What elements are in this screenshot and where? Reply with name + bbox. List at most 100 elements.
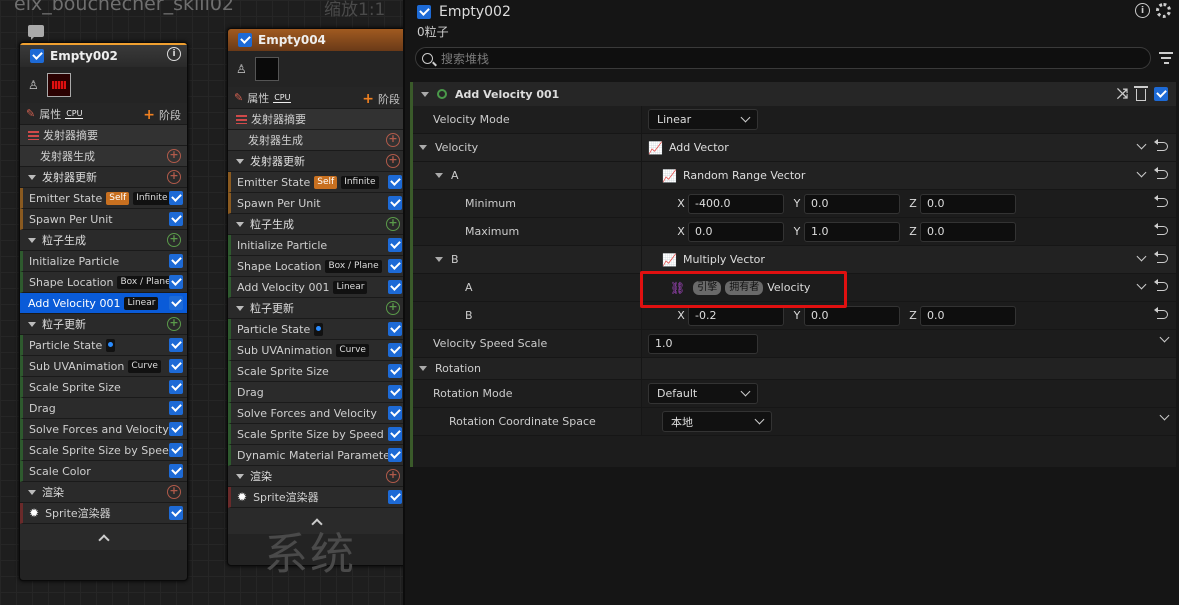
module-row[interactable]: Solve Forces and Velocity [20, 419, 187, 440]
stage-section[interactable]: 发射器更新 + [228, 151, 403, 172]
add-module-icon[interactable]: + [386, 154, 400, 168]
module-enable-checkbox[interactable] [388, 490, 402, 504]
module-enable-checkbox[interactable] [388, 238, 402, 252]
add-module-icon[interactable]: + [167, 317, 181, 331]
row-velocity[interactable]: Velocity 📈 Add Vector [413, 134, 1176, 162]
comment-icon[interactable] [28, 25, 44, 40]
module-row[interactable]: Spawn Per Unit [228, 193, 403, 214]
module-enable-checkbox[interactable] [169, 422, 183, 436]
module-enable-checkbox[interactable] [388, 406, 402, 420]
module-enable-checkbox[interactable] [388, 427, 402, 441]
b-y-input[interactable]: 0.0 [804, 305, 900, 326]
collapse-triangle-icon[interactable] [236, 221, 244, 227]
maximum-y-input[interactable]: 1.0 [804, 221, 900, 242]
module-row[interactable]: Initialize Particle [228, 235, 403, 256]
module-row[interactable]: Shape Location Box / Plane [228, 256, 403, 277]
renderer-row[interactable]: ✹ Sprite渲染器 [20, 503, 187, 524]
info-icon[interactable]: i [167, 47, 181, 61]
filter-icon[interactable] [1159, 52, 1173, 64]
module-row[interactable]: Sub UVAnimation Curve [228, 340, 403, 361]
gear-icon[interactable] [1156, 3, 1171, 18]
module-enable-checkbox[interactable] [388, 280, 402, 294]
emitter-enable-checkbox[interactable] [417, 5, 431, 19]
add-module-icon[interactable]: + [167, 149, 181, 163]
module-row[interactable]: Shape Location Box / Plane [20, 272, 187, 293]
module-enable-checkbox[interactable] [169, 443, 183, 457]
emitter-graph[interactable]: eix_bouchecher_skill02 缩放1:1 Empty002 i … [0, 0, 403, 605]
stage-section[interactable]: 粒子生成 + [20, 230, 187, 251]
delete-icon[interactable] [1134, 86, 1148, 101]
module-enable-checkbox[interactable] [388, 175, 402, 189]
module-header[interactable]: Add Velocity 001 ⤨ [413, 82, 1176, 106]
reset-icon[interactable] [1154, 195, 1168, 207]
rotation-space-dropdown[interactable]: 本地 [662, 411, 772, 432]
collapse-triangle-icon[interactable] [28, 237, 36, 243]
renderer-row[interactable]: ✹ Sprite渲染器 [228, 487, 403, 508]
module-enable-checkbox[interactable] [169, 401, 183, 415]
collapse-triangle-icon[interactable] [236, 305, 244, 311]
collapse-triangle-icon[interactable] [236, 473, 244, 479]
module-enable-checkbox[interactable] [169, 506, 183, 520]
stage-section[interactable]: 粒子更新 + [228, 298, 403, 319]
velocity-mode-dropdown[interactable]: Linear [648, 109, 758, 130]
module-row[interactable]: Scale Color [20, 461, 187, 482]
node-header[interactable]: Empty002 i [20, 43, 187, 67]
add-module-icon[interactable]: + [167, 485, 181, 499]
collapse-triangle-icon[interactable] [236, 158, 244, 164]
module-row[interactable]: Scale Sprite Size [20, 377, 187, 398]
rotation-mode-dropdown[interactable]: Default [648, 383, 758, 404]
chevron-down-icon[interactable] [1136, 167, 1147, 178]
reset-icon[interactable] [1154, 223, 1168, 235]
reset-icon[interactable] [1154, 251, 1168, 263]
module-row[interactable]: Add Velocity 001 Linear [228, 277, 403, 298]
row-a[interactable]: A 📈 Random Range Vector [413, 162, 1176, 190]
minimum-y-input[interactable]: 0.0 [804, 193, 900, 214]
module-row[interactable]: Sub UVAnimation Curve [20, 356, 187, 377]
expand-caret-icon[interactable] [419, 145, 427, 150]
module-row[interactable]: Solve Forces and Velocity [228, 403, 403, 424]
add-module-icon[interactable]: + [386, 217, 400, 231]
row-b[interactable]: B 📈 Multiply Vector [413, 246, 1176, 274]
module-row[interactable]: Scale Sprite Size by Speed [20, 440, 187, 461]
enable-checkbox[interactable] [30, 49, 44, 63]
module-enable-checkbox[interactable] [169, 296, 183, 310]
module-row[interactable]: Drag [20, 398, 187, 419]
expand-caret-icon[interactable] [421, 91, 429, 97]
person-icon[interactable]: ♙ [28, 78, 39, 92]
collapse-button[interactable] [20, 524, 187, 550]
emitter-node-empty002[interactable]: Empty002 i ♙ ✎ 属性 CPU + 阶段 发射器摘要 发射器生成 + 发射器… [19, 42, 188, 581]
person-icon[interactable]: ♙ [236, 62, 247, 76]
b-x-input[interactable]: -0.2 [688, 305, 784, 326]
module-enable-checkbox[interactable] [388, 364, 402, 378]
emitter-summary-row[interactable]: 发射器摘要 [20, 125, 187, 146]
module-row[interactable]: Scale Sprite Size by Speed [228, 424, 403, 445]
add-stage-button[interactable]: + 阶段 [143, 107, 181, 123]
collapse-triangle-icon[interactable] [28, 489, 36, 495]
module-enable-checkbox[interactable] [169, 359, 183, 373]
chevron-down-icon[interactable] [1136, 251, 1147, 262]
add-module-icon[interactable]: + [386, 469, 400, 483]
module-enable-checkbox[interactable] [169, 338, 183, 352]
chevron-down-icon[interactable] [1136, 279, 1147, 290]
module-row[interactable]: Dynamic Material Parameters [228, 445, 403, 466]
stage-row[interactable]: 发射器生成 + [228, 130, 403, 151]
properties-row[interactable]: ✎ 属性 CPU + 阶段 [228, 87, 403, 109]
add-module-icon[interactable]: + [386, 133, 400, 147]
reset-icon[interactable] [1154, 307, 1168, 319]
stage-section[interactable]: 粒子更新 + [20, 314, 187, 335]
node-header[interactable]: Empty004 [228, 29, 403, 51]
add-module-icon[interactable]: + [167, 170, 181, 184]
module-row[interactable]: Scale Sprite Size [228, 361, 403, 382]
module-row[interactable]: Initialize Particle [20, 251, 187, 272]
module-enable-checkbox[interactable] [1154, 87, 1168, 101]
stage-section[interactable]: 渲染 + [20, 482, 187, 503]
add-stage-button[interactable]: + 阶段 [362, 91, 400, 107]
collapse-triangle-icon[interactable] [28, 321, 36, 327]
maximum-x-input[interactable]: 0.0 [688, 221, 784, 242]
module-row[interactable]: Particle State [20, 335, 187, 356]
module-enable-checkbox[interactable] [169, 380, 183, 394]
chevron-down-icon[interactable] [1136, 139, 1147, 150]
emitter-summary-row[interactable]: 发射器摘要 [228, 109, 403, 130]
b-z-input[interactable]: 0.0 [920, 305, 1016, 326]
module-enable-checkbox[interactable] [388, 385, 402, 399]
